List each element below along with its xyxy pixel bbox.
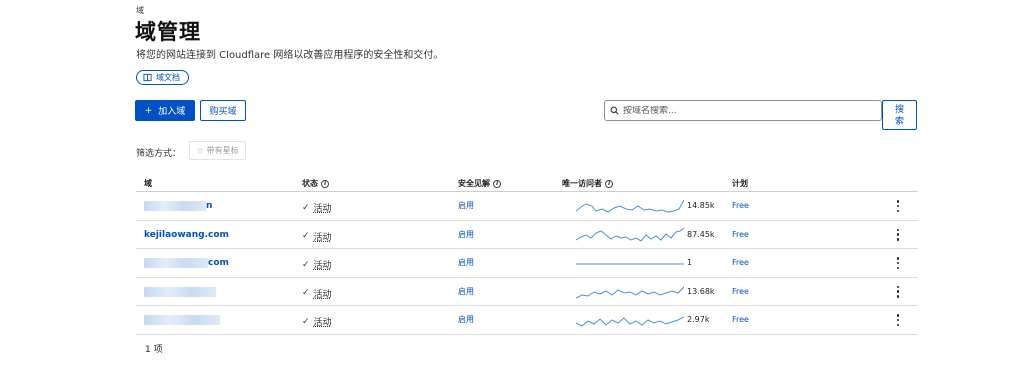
search-input[interactable] [623, 105, 863, 116]
status-cell: ✓ 活动 [302, 287, 332, 300]
domain-link[interactable]: n [144, 201, 212, 211]
plan-link[interactable]: Free [732, 230, 749, 239]
table-row: n ✓ 活动 启用 14.85k Free [136, 192, 918, 221]
table-row: ✓ 活动 启用 2.97k Free [136, 306, 918, 335]
search-field[interactable] [604, 100, 882, 121]
filter-label: 筛选方式： [136, 149, 182, 159]
add-domain-label: 加入域 [158, 107, 186, 117]
domain-docs-link[interactable]: 域文档 [136, 70, 189, 85]
more-options-icon[interactable] [893, 285, 903, 298]
table-header: 域 状态 i 安全见解 i 唯一访问者 i 计划 [136, 173, 918, 192]
domain-docs-label: 域文档 [156, 73, 180, 82]
table-row: ✓ 活动 启用 13.68k Free [136, 278, 918, 306]
page-title: 域管理 [135, 20, 201, 44]
plan-link[interactable]: Free [732, 201, 749, 210]
starred-filter-button[interactable]: ☆ 带有星标 [189, 141, 246, 160]
more-options-icon[interactable] [893, 314, 903, 326]
status-cell: ✓ 活动 [302, 201, 332, 215]
check-icon: ✓ [302, 259, 310, 270]
visitor-count: 14.85k [687, 201, 715, 210]
domain-link[interactable]: com [144, 258, 229, 268]
insight-link[interactable]: 启用 [458, 229, 474, 240]
status-label[interactable]: 活动 [314, 230, 332, 243]
column-visitors[interactable]: 唯一访问者 i [562, 178, 613, 189]
info-icon[interactable]: i [605, 179, 613, 188]
status-label[interactable]: 活动 [314, 287, 332, 300]
domains-table: 域 状态 i 安全见解 i 唯一访问者 i 计划 n ✓ 活动 启用 14.85k Fr… [136, 173, 918, 335]
column-status[interactable]: 状态 i [302, 178, 329, 189]
table-row: com ✓ 活动 启用 1 Free [136, 249, 918, 278]
visitor-count: 13.68k [687, 286, 715, 296]
plan-link[interactable]: Free [732, 287, 749, 296]
more-options-icon[interactable] [893, 200, 903, 212]
search-button-label: 搜索 [894, 105, 904, 127]
status-label[interactable]: 活动 [314, 201, 332, 214]
check-icon: ✓ [302, 202, 310, 213]
plan-link[interactable]: Free [732, 258, 749, 267]
status-label[interactable]: 活动 [314, 258, 332, 271]
plan-link[interactable]: Free [732, 315, 749, 324]
table-row: kejilaowang.com ✓ 活动 启用 87.45k Free [136, 221, 918, 249]
insight-link[interactable]: 启用 [458, 257, 474, 268]
plus-icon: + [144, 105, 153, 116]
visitor-sparkline [576, 263, 684, 265]
status-cell: ✓ 活动 [302, 230, 332, 243]
search-icon [610, 106, 619, 115]
column-domain[interactable]: 域 [144, 178, 152, 189]
column-plan: 计划 [732, 179, 748, 188]
star-icon: ☆ [196, 146, 204, 155]
status-label[interactable]: 活动 [314, 315, 332, 328]
domain-link[interactable] [144, 315, 220, 325]
book-icon [143, 73, 152, 82]
buy-domain-button[interactable]: 购买域 [200, 100, 246, 121]
more-options-icon[interactable] [893, 228, 903, 241]
insight-link[interactable]: 启用 [458, 200, 474, 211]
more-options-icon[interactable] [893, 257, 903, 269]
check-icon: ✓ [302, 316, 310, 327]
search-button[interactable]: 搜索 [882, 100, 917, 130]
status-cell: ✓ 活动 [302, 258, 332, 272]
column-insights[interactable]: 安全见解 i [458, 178, 501, 189]
starred-filter-label: 带有星标 [206, 146, 239, 155]
check-icon: ✓ [302, 288, 310, 298]
visitor-sparkline [576, 316, 684, 327]
check-icon: ✓ [302, 231, 310, 241]
info-icon[interactable]: i [493, 179, 501, 188]
visitor-sparkline [576, 227, 684, 242]
visitor-sparkline [576, 199, 684, 213]
domain-link[interactable]: kejilaowang.com [144, 230, 229, 240]
visitor-count: 2.97k [687, 315, 710, 324]
status-cell: ✓ 活动 [302, 315, 332, 329]
visitor-sparkline [576, 286, 684, 298]
visitor-count: 87.45k [687, 229, 715, 239]
insight-link[interactable]: 启用 [458, 314, 474, 325]
visitor-count: 1 [687, 258, 693, 267]
add-domain-button[interactable]: + 加入域 [135, 100, 195, 121]
info-icon[interactable]: i [321, 179, 329, 188]
result-count: 1 项 [145, 345, 163, 355]
breadcrumb: 域 [136, 6, 144, 15]
insight-link[interactable]: 启用 [458, 286, 474, 297]
domain-link[interactable] [144, 286, 216, 297]
page-subtitle: 将您的网站连接到 Cloudflare 网络以改善应用程序的安全性和交付。 [136, 50, 444, 61]
buy-domain-label: 购买域 [209, 107, 237, 117]
